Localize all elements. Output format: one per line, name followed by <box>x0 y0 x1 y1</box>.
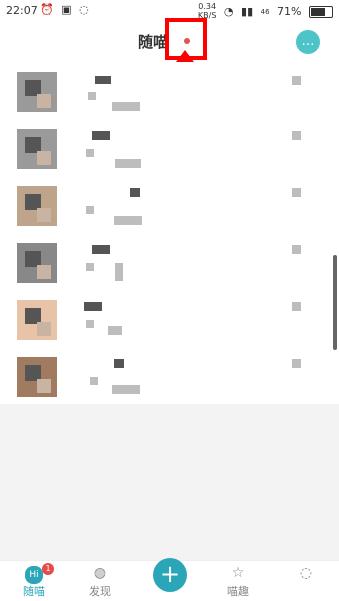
plus-icon: + <box>159 560 181 588</box>
alarm-icon: ⏰ <box>40 3 54 16</box>
list-item[interactable] <box>0 121 339 178</box>
avatar[interactable] <box>17 300 57 340</box>
list-item-preview <box>112 385 140 394</box>
notification-badge: 1 <box>42 563 54 575</box>
list-item-time <box>292 245 301 254</box>
message-list[interactable] <box>0 62 339 404</box>
status-right: 0.34 KB/S ◔ ▮▮ 46 71% <box>190 3 333 20</box>
tab-miaoqu[interactable]: ☆ 喵趣 <box>208 561 268 601</box>
chat-bubble-icon: … <box>301 34 315 49</box>
add-button[interactable]: + <box>153 558 187 592</box>
list-item-name <box>95 76 111 84</box>
list-item[interactable] <box>0 178 339 235</box>
list-item[interactable] <box>0 64 339 121</box>
tab-label: 发现 <box>89 585 111 598</box>
tab-discover[interactable]: ◍ 发现 <box>70 561 130 601</box>
list-item-preview <box>86 149 94 157</box>
hi-icon-text: Hi <box>25 566 43 584</box>
tab-label: 随喵 <box>23 585 45 598</box>
net-speed-value: 0.34 <box>198 2 217 11</box>
app-icon: ▣ <box>61 3 72 16</box>
notification-icon: ◌ <box>79 3 89 16</box>
list-item-name <box>84 302 102 311</box>
star-icon: ☆ <box>231 565 245 581</box>
list-item-time <box>292 131 301 140</box>
list-item-preview <box>114 216 142 225</box>
list-item-preview <box>115 263 123 281</box>
battery-text: 71% <box>277 5 302 18</box>
avatar[interactable] <box>17 129 57 169</box>
avatar[interactable] <box>17 243 57 283</box>
list-item-preview <box>115 159 141 168</box>
list-item-preview <box>112 102 140 111</box>
list-item-preview <box>86 263 94 271</box>
list-item-name <box>92 131 110 140</box>
list-item-time <box>292 188 301 197</box>
tab-profile[interactable]: ◌ <box>276 561 336 601</box>
list-item-preview <box>86 320 94 328</box>
tab-label: 喵趣 <box>227 585 249 598</box>
planet-icon: ◍ <box>93 565 107 581</box>
avatar[interactable] <box>17 72 57 112</box>
signal-icon: ▮▮ <box>241 5 254 18</box>
list-item-time <box>292 76 301 85</box>
scrollbar[interactable] <box>333 255 337 350</box>
list-item-name <box>92 245 110 254</box>
list-item[interactable] <box>0 235 339 292</box>
list-item-time <box>292 302 301 311</box>
tab-suimiao[interactable]: Hi 1 随喵 <box>4 561 64 601</box>
list-item-preview <box>86 206 94 214</box>
list-item-preview <box>90 377 98 385</box>
avatar[interactable] <box>17 357 57 397</box>
list-item-preview <box>108 326 122 335</box>
wifi-icon: ◔ <box>223 5 234 18</box>
chat-button[interactable]: … <box>296 30 320 54</box>
list-item-name <box>130 188 140 197</box>
list-item-time <box>292 359 301 368</box>
list-item-preview <box>88 92 96 100</box>
battery-icon <box>309 5 333 18</box>
list-item-name <box>114 359 124 368</box>
list-item[interactable] <box>0 349 339 406</box>
signal-label: 46 <box>260 7 270 16</box>
status-time: 22:07 <box>6 4 38 17</box>
list-item[interactable] <box>0 292 339 349</box>
page-title: 随喵 <box>138 33 169 51</box>
avatar[interactable] <box>17 186 57 226</box>
status-icons: ⏰ ▣ ◌ <box>40 3 93 16</box>
profile-icon: ◌ <box>299 565 313 581</box>
